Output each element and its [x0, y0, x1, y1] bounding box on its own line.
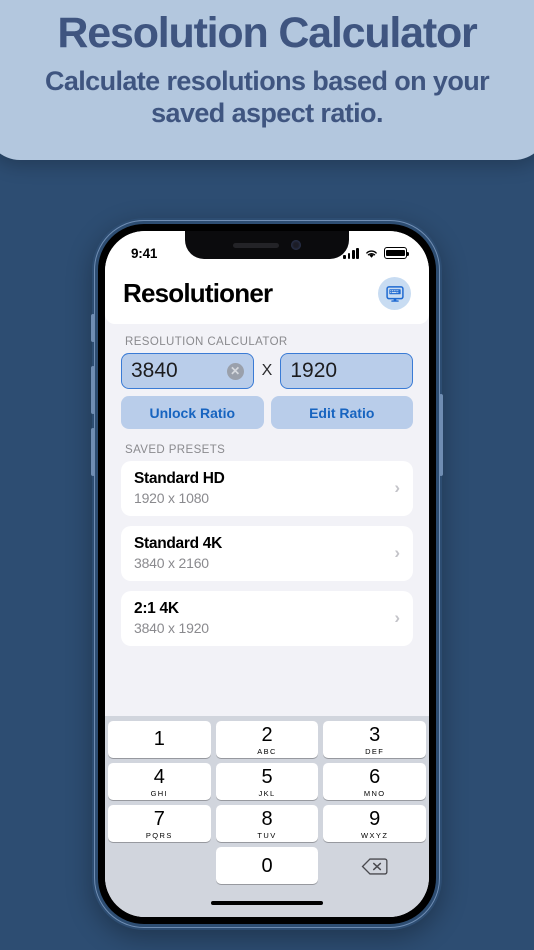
key-2[interactable]: 2 ABC: [215, 721, 319, 758]
calculator-section-label: RESOLUTION CALCULATOR: [125, 336, 288, 348]
preset-row-2[interactable]: 2:1 4K 3840 x 1920 ›: [121, 591, 413, 646]
resolution-input-row: 3840 ✕ X 1920: [121, 353, 414, 389]
status-icons: [343, 247, 410, 259]
home-indicator[interactable]: [108, 889, 426, 917]
key-1[interactable]: 1: [108, 721, 211, 758]
key-5-letters: JKL: [258, 788, 276, 798]
keyboard-display-icon: [385, 285, 404, 302]
promo-subtitle: Calculate resolutions based on your save…: [44, 66, 490, 129]
volume-up-button[interactable]: [91, 366, 95, 414]
dimension-separator: X: [261, 362, 273, 379]
keypad-row-0: 1 2 ABC 3 DEF: [108, 721, 427, 758]
preset-resolution-0: 1920 x 1080: [134, 490, 209, 506]
key-3-number: 3: [369, 723, 381, 746]
ratio-button-row: Unlock Ratio Edit Ratio: [121, 396, 413, 429]
height-input[interactable]: 1920: [280, 353, 414, 389]
silent-switch-button[interactable]: [91, 314, 95, 342]
unlock-ratio-button[interactable]: Unlock Ratio: [121, 396, 264, 429]
preset-resolution-1: 3840 x 2160: [134, 555, 209, 571]
key-7-number: 7: [153, 807, 165, 830]
key-1-number: 1: [153, 728, 165, 750]
volume-down-button[interactable]: [91, 428, 95, 476]
key-2-letters: ABC: [257, 746, 277, 756]
chevron-right-icon: ›: [394, 608, 400, 627]
key-2-number: 2: [261, 723, 273, 746]
status-time: 9:41: [131, 245, 158, 261]
key-8-letters: TUV: [257, 830, 277, 840]
presets-section-label: SAVED PRESETS: [125, 444, 226, 456]
phone-mockup: 9:41 Resolutioner RESOLUTION CALCULATOR …: [91, 218, 443, 930]
power-button[interactable]: [439, 394, 443, 476]
earpiece-speaker-icon: [233, 242, 279, 248]
key-6-letters: MNO: [363, 788, 386, 798]
keyboard-display-icon-button[interactable]: [378, 277, 411, 310]
key-0[interactable]: 0: [215, 847, 319, 884]
key-8-number: 8: [261, 807, 273, 830]
front-camera-icon: [291, 240, 301, 250]
preset-row-1[interactable]: Standard 4K 3840 x 2160 ›: [121, 526, 413, 581]
key-4-number: 4: [153, 765, 165, 788]
key-blank-left: [108, 847, 211, 884]
keypad-row-3: 0: [108, 847, 426, 884]
key-9-letters: WXYZ: [361, 830, 389, 840]
notch: [185, 231, 349, 259]
phone-bezel: 9:41 Resolutioner RESOLUTION CALCULATOR …: [98, 224, 436, 924]
chevron-right-icon: ›: [394, 543, 400, 562]
preset-text-1: Standard 4K 3840 x 2160: [134, 535, 222, 571]
backspace-icon: [361, 857, 388, 875]
app-nav-bar: Resolutioner: [105, 269, 429, 324]
preset-row-0[interactable]: Standard HD 1920 x 1080 ›: [121, 461, 413, 516]
key-3[interactable]: 3 DEF: [323, 721, 427, 758]
key-8[interactable]: 8 TUV: [215, 805, 319, 842]
promo-banner: Resolution Calculator Calculate resoluti…: [0, 0, 534, 161]
key-7-letters: PQRS: [145, 830, 173, 840]
preset-text-2: 2:1 4K 3840 x 1920: [134, 600, 209, 636]
backspace-key[interactable]: [323, 847, 426, 884]
width-input[interactable]: 3840 ✕: [121, 353, 254, 389]
keypad-row-1: 4 GHI 5 JKL 6 MNO: [108, 763, 427, 800]
app-title: Resolutioner: [123, 278, 273, 308]
edit-ratio-button[interactable]: Edit Ratio: [270, 396, 413, 429]
height-input-value: 1920: [290, 359, 338, 382]
numeric-keypad: 1 2 ABC 3 DEF 4 GHI 5 JKL 6 MNO 7 PQRS 8…: [105, 716, 429, 917]
app-content: RESOLUTION CALCULATOR 3840 ✕ X 1920 Unlo…: [105, 324, 429, 646]
keypad-row-2: 7 PQRS 8 TUV 9 WXYZ: [108, 805, 427, 842]
preset-resolution-2: 3840 x 1920: [134, 620, 209, 636]
preset-text-0: Standard HD 1920 x 1080: [134, 470, 225, 506]
promo-title: Resolution Calculator: [57, 9, 477, 57]
key-5[interactable]: 5 JKL: [215, 763, 319, 800]
key-6[interactable]: 6 MNO: [323, 763, 427, 800]
key-9[interactable]: 9 WXYZ: [323, 805, 427, 842]
key-6-number: 6: [369, 765, 381, 788]
phone-screen: 9:41 Resolutioner RESOLUTION CALCULATOR …: [105, 231, 429, 917]
preset-name-2: 2:1 4K: [134, 600, 179, 617]
key-5-number: 5: [261, 765, 273, 788]
key-7[interactable]: 7 PQRS: [108, 805, 211, 842]
battery-full-icon: [384, 247, 410, 259]
key-9-number: 9: [369, 807, 381, 830]
wifi-icon: [366, 250, 377, 258]
key-4[interactable]: 4 GHI: [108, 763, 211, 800]
key-4-letters: GHI: [150, 788, 169, 798]
clear-width-button[interactable]: ✕: [226, 362, 244, 380]
width-input-value: 3840: [131, 359, 178, 382]
preset-name-1: Standard 4K: [134, 535, 222, 552]
key-3-letters: DEF: [365, 746, 385, 756]
key-0-number: 0: [261, 855, 273, 877]
chevron-right-icon: ›: [394, 478, 400, 497]
preset-name-0: Standard HD: [134, 470, 225, 487]
